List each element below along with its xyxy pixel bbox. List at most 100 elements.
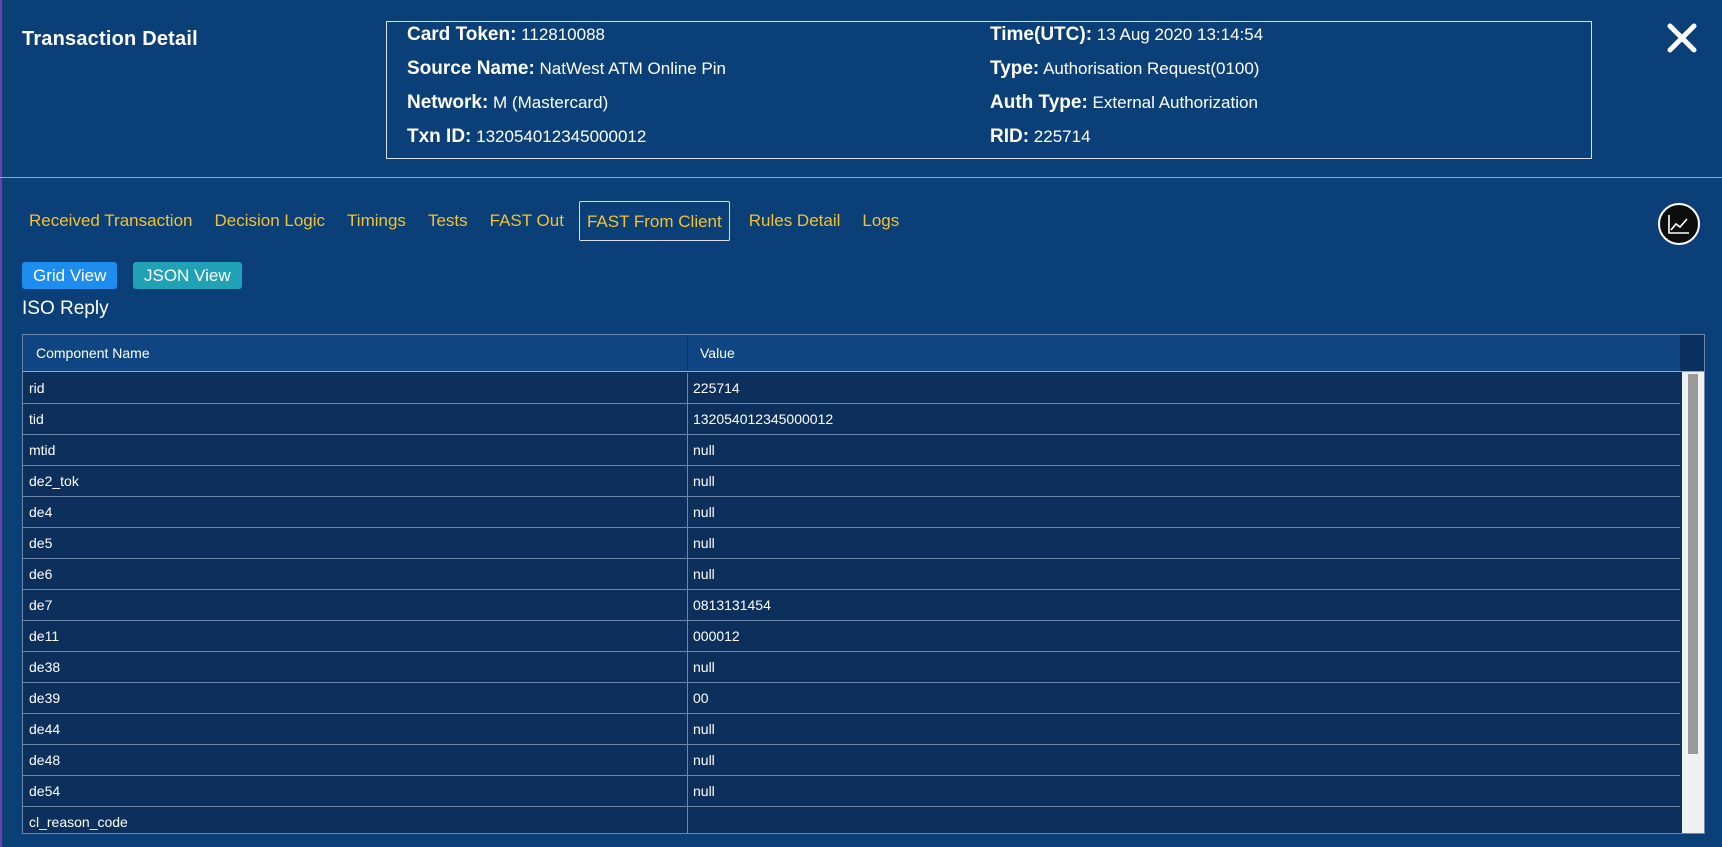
cell-divider [687,745,688,775]
iso-reply-grid: Component Name Value rid 225714 tid 1320540… [22,334,1705,834]
column-header-component-name[interactable]: Component Name [36,335,150,371]
summary-left-column: Card Token: 112810088 Source Name: NatWe… [407,22,726,158]
close-button[interactable] [1666,22,1698,54]
card-token-row: Card Token: 112810088 [407,22,726,56]
table-row[interactable]: cl_reason_code [23,807,1680,833]
cell-divider [687,435,688,465]
table-row[interactable]: de11 000012 [23,621,1680,652]
type-row: Type: Authorisation Request(0100) [990,56,1263,90]
table-row[interactable]: de39 00 [23,683,1680,714]
network-label: Network: [407,92,489,113]
json-view-button[interactable]: JSON View [133,262,242,289]
source-name-value: NatWest ATM Online Pin [539,59,726,78]
component-name-cell: de54 [29,783,61,799]
value-cell: 132054012345000012 [693,411,834,427]
rid-label: RID: [990,126,1030,147]
source-name-row: Source Name: NatWest ATM Online Pin [407,56,726,90]
summary-right-column: Time(UTC): 13 Aug 2020 13:14:54 Type: Au… [990,22,1263,158]
value-cell: 00 [693,690,709,706]
table-row[interactable]: de54 null [23,776,1680,807]
grid-header: Component Name Value [23,335,1704,372]
value-cell: null [693,752,715,768]
value-cell: null [693,535,715,551]
txn-id-row: Txn ID: 132054012345000012 [407,124,726,158]
table-row[interactable]: de44 null [23,714,1680,745]
tab-received-transaction[interactable]: Received Transaction [18,201,203,241]
tab-decision-logic[interactable]: Decision Logic [203,201,336,241]
component-name-cell: mtid [29,442,56,458]
component-name-cell: de7 [29,597,53,613]
close-icon [1667,23,1697,53]
tab-fast-out[interactable]: FAST Out [479,201,575,241]
component-name-cell: de48 [29,752,61,768]
tab-rules-detail[interactable]: Rules Detail [738,201,852,241]
cell-divider [687,590,688,620]
component-name-cell: cl_reason_code [29,814,128,830]
table-row[interactable]: de48 null [23,745,1680,776]
auth-type-value: External Authorization [1092,93,1258,112]
component-name-cell: rid [29,380,45,396]
txn-id-label: Txn ID: [407,126,472,147]
component-name-cell: tid [29,411,44,427]
modal-title: Transaction Detail [22,28,198,50]
column-divider [687,335,688,371]
cell-divider [687,807,688,833]
cell-divider [687,466,688,496]
cell-divider [687,497,688,527]
cell-divider [687,652,688,682]
table-row[interactable]: mtid null [23,435,1680,466]
column-header-value[interactable]: Value [700,335,735,371]
component-name-cell: de5 [29,535,53,551]
auth-type-label: Auth Type: [990,92,1088,113]
cell-divider [687,404,688,434]
time-row: Time(UTC): 13 Aug 2020 13:14:54 [990,22,1263,56]
type-value: Authorisation Request(0100) [1043,59,1260,78]
component-name-cell: de11 [29,628,60,644]
type-label: Type: [990,58,1040,79]
transaction-summary-box: Card Token: 112810088 Source Name: NatWe… [386,21,1592,159]
cell-divider [687,621,688,651]
table-row[interactable]: de38 null [23,652,1680,683]
value-cell: null [693,504,715,520]
value-cell: 000012 [693,628,740,644]
component-name-cell: de4 [29,504,53,520]
value-cell: 225714 [693,380,740,396]
grid-view-button[interactable]: Grid View [22,262,118,289]
transaction-detail-modal: Transaction Detail Card Token: 112810088… [0,0,1722,847]
cell-divider [687,776,688,806]
value-cell: null [693,473,715,489]
cell-divider [687,683,688,713]
detail-tabs: Received Transaction Decision Logic Timi… [18,199,910,243]
value-cell: null [693,659,715,675]
cell-divider [687,714,688,744]
value-cell: null [693,566,715,582]
component-name-cell: de2_tok [29,473,79,489]
table-row[interactable]: de7 0813131454 [23,590,1680,621]
grid-scrollbar[interactable] [1682,372,1704,833]
component-name-cell: de39 [29,690,61,706]
component-name-cell: de38 [29,659,61,675]
cell-divider [687,528,688,558]
table-row[interactable]: de6 null [23,559,1680,590]
tab-fast-from-client[interactable]: FAST From Client [578,201,730,241]
table-row[interactable]: rid 225714 [23,373,1680,404]
value-cell: 0813131454 [693,597,771,613]
tab-tests[interactable]: Tests [417,201,479,241]
modal-header: Transaction Detail Card Token: 112810088… [0,0,1722,178]
grid-body: rid 225714 tid 132054012345000012 mtid null de… [23,373,1680,833]
network-value: M (Mastercard) [493,93,609,112]
table-row[interactable]: de4 null [23,497,1680,528]
cell-divider [687,559,688,589]
header-corner [1680,335,1704,371]
auth-type-row: Auth Type: External Authorization [990,90,1263,124]
card-token-label: Card Token: [407,24,517,45]
table-row[interactable]: de5 null [23,528,1680,559]
component-name-cell: de6 [29,566,53,582]
tab-timings[interactable]: Timings [336,201,417,241]
chart-button[interactable] [1658,203,1700,245]
table-row[interactable]: tid 132054012345000012 [23,404,1680,435]
tab-logs[interactable]: Logs [851,201,910,241]
table-row[interactable]: de2_tok null [23,466,1680,497]
section-title: ISO Reply [22,298,109,319]
scrollbar-thumb[interactable] [1688,374,1698,754]
